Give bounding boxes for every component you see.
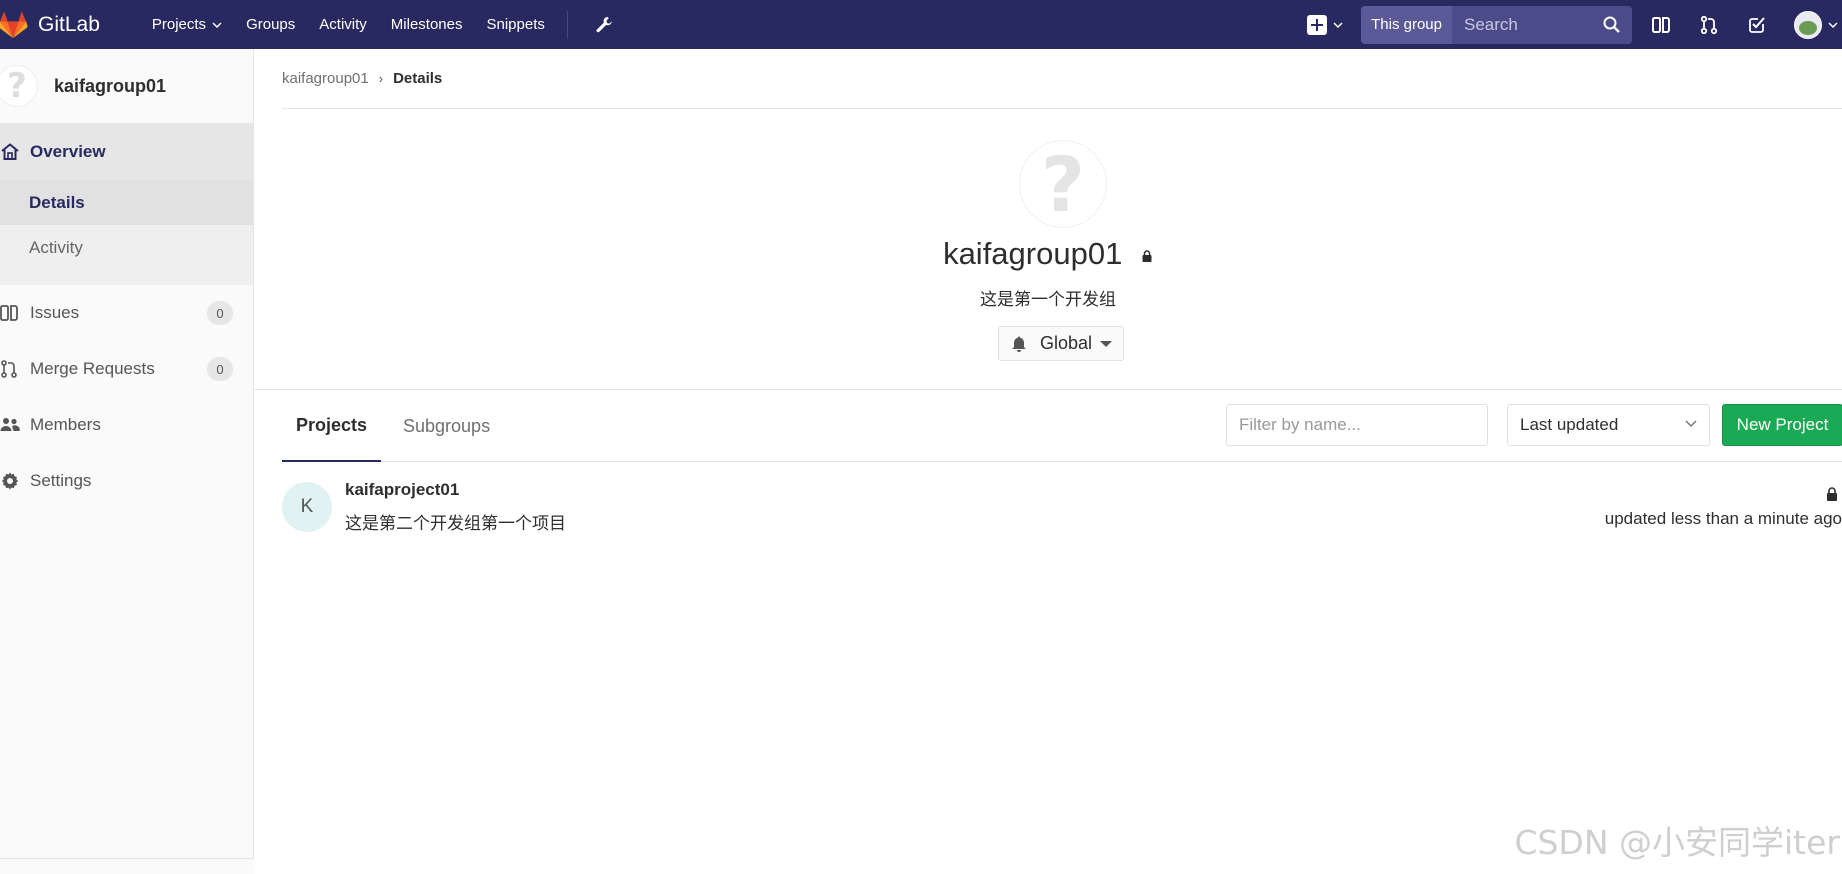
nav-snippets[interactable]: Snippets [474, 0, 556, 49]
group-tabs: Projects Subgroups Last updated New Proj… [282, 391, 1842, 462]
issues-count-badge: 0 [207, 301, 233, 325]
group-avatar: ? [0, 65, 38, 107]
sort-dropdown[interactable]: Last updated [1507, 404, 1710, 446]
nav-divider [566, 10, 568, 39]
sidebar-group-header[interactable]: ? kaifagroup01 [0, 49, 253, 124]
project-avatar: K [282, 482, 332, 532]
sidebar-item-label: Settings [30, 471, 92, 490]
nav-activity[interactable]: Activity [307, 0, 379, 49]
sidebar-subitem-activity[interactable]: Activity [0, 225, 253, 270]
todo-check-icon[interactable] [1746, 14, 1768, 36]
main-content: kaifagroup01 › Details ? kaifagroup01 这是… [254, 49, 1842, 874]
sort-value: Last updated [1520, 415, 1619, 434]
merge-request-icon[interactable] [1698, 14, 1720, 36]
users-icon [0, 418, 20, 431]
bell-icon [1012, 336, 1026, 352]
sidebar-item-overview[interactable]: Overview [0, 124, 253, 180]
issues-icon[interactable] [1650, 14, 1672, 36]
chevron-right-icon: › [378, 71, 384, 86]
caret-down-icon [1100, 340, 1113, 347]
sidebar-item-members[interactable]: Members [0, 397, 253, 453]
lock-icon [1142, 250, 1152, 262]
group-sidebar: ? kaifagroup01 Overview Details Activity… [0, 49, 254, 874]
issues-icon [0, 305, 18, 321]
group-avatar-large: ? [1019, 139, 1107, 229]
nav-right: This group [1307, 0, 1842, 49]
nav-projects[interactable]: Projects [140, 0, 234, 49]
sidebar-item-label: Issues [30, 303, 80, 322]
sidebar-item-settings[interactable]: Settings [0, 453, 253, 509]
sidebar-group-name: kaifagroup01 [54, 75, 167, 96]
tanuki-icon [0, 10, 28, 38]
sidebar-item-merge-requests[interactable]: Merge Requests 0 [0, 341, 253, 397]
nav-groups[interactable]: Groups [234, 0, 307, 49]
main-nav: Projects Groups Activity Milestones Snip… [140, 0, 614, 49]
top-navbar: GitLab Projects Groups Activity Mileston… [0, 0, 1842, 49]
chevron-down-icon [1333, 21, 1343, 28]
brand-name: GitLab [38, 12, 100, 36]
new-project-button[interactable]: New Project [1722, 404, 1842, 446]
breadcrumb-current: Details [393, 70, 443, 87]
lock-icon [1827, 487, 1837, 501]
merge-requests-count-badge: 0 [207, 357, 233, 381]
tab-projects[interactable]: Projects [282, 391, 381, 462]
search-scope-badge[interactable]: This group [1361, 5, 1452, 44]
sidebar-item-label: Overview [30, 142, 106, 161]
gitlab-logo[interactable]: GitLab [0, 0, 100, 49]
sidebar-item-label: Merge Requests [30, 359, 155, 378]
sidebar-item-label: Members [30, 415, 101, 434]
search-icon[interactable] [1602, 15, 1622, 35]
notification-level: Global [1039, 333, 1093, 353]
project-description: 这是第二个开发组第一个项目 [345, 514, 566, 533]
plus-square-icon [1307, 14, 1328, 35]
chevron-down-icon [212, 21, 222, 28]
group-description: 这是第一个开发组 [980, 290, 1116, 309]
group-title: kaifagroup01 [254, 236, 1842, 272]
sidebar-item-issues[interactable]: Issues 0 [0, 285, 253, 341]
tab-subgroups[interactable]: Subgroups [403, 391, 490, 462]
merge-request-icon [1, 360, 17, 378]
sidebar-overview-section: Overview Details Activity [0, 124, 253, 285]
chevron-down-icon [1685, 420, 1697, 428]
chevron-down-icon [1828, 21, 1838, 28]
wrench-icon[interactable] [594, 15, 614, 35]
group-title-text: kaifagroup01 [943, 236, 1123, 271]
notification-dropdown[interactable]: Global [998, 326, 1124, 361]
question-mark-icon: ? [1040, 139, 1086, 229]
sidebar-collapse-bar[interactable] [0, 858, 254, 874]
search-input[interactable] [1452, 5, 1602, 44]
breadcrumb-group-link[interactable]: kaifagroup01 [282, 70, 369, 87]
user-avatar[interactable] [1794, 10, 1822, 39]
filter-by-name-input[interactable] [1226, 404, 1488, 446]
group-header: ? kaifagroup01 这是第一个开发组 Global [254, 109, 1842, 390]
question-mark-icon: ? [7, 66, 27, 106]
nav-projects-label: Projects [151, 16, 207, 33]
project-updated-time: updated less than a minute ago [1604, 509, 1842, 528]
nav-milestones[interactable]: Milestones [379, 0, 475, 49]
home-icon [1, 143, 19, 160]
sidebar-subitem-details[interactable]: Details [0, 180, 253, 225]
project-name-link[interactable]: kaifaproject01 [345, 480, 459, 500]
search-box: This group [1361, 5, 1632, 44]
breadcrumb: kaifagroup01 › Details [282, 49, 1842, 109]
watermark: CSDN @小安同学iter [1514, 823, 1840, 862]
gear-icon [1, 472, 19, 490]
new-dropdown[interactable] [1307, 14, 1343, 35]
list-item[interactable]: K kaifaproject01 这是第二个开发组第一个项目 updated l… [282, 462, 1842, 548]
